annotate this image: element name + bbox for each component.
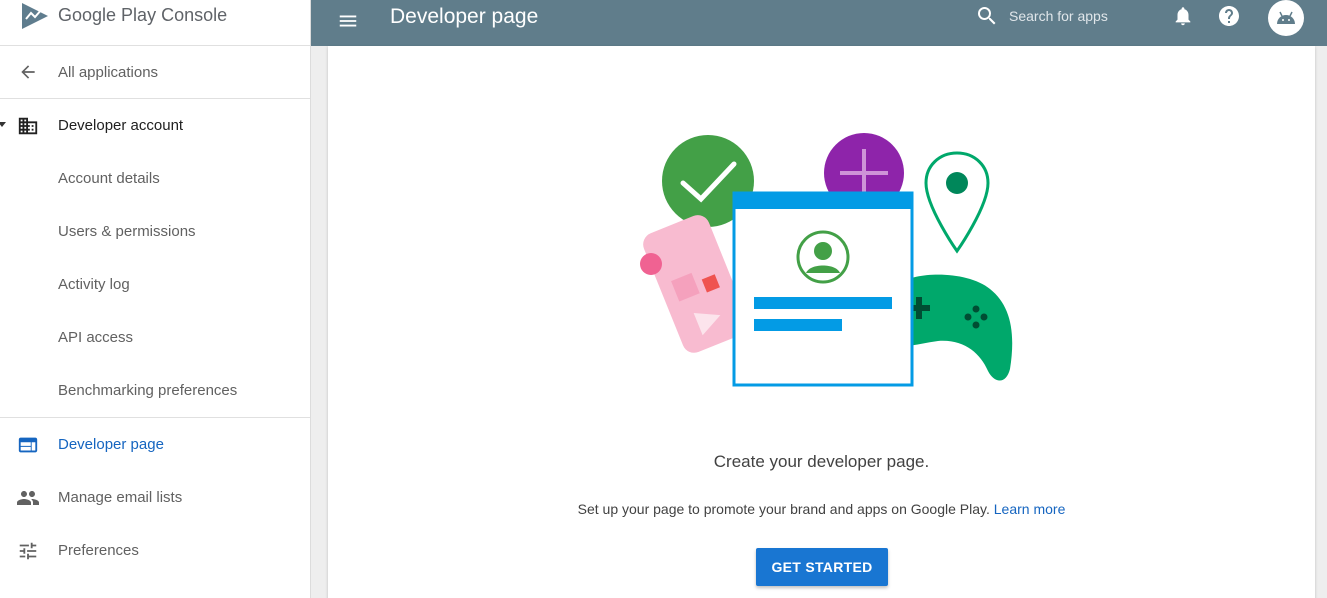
arrow-back-icon [16, 60, 40, 84]
brand-google-text: Google [58, 5, 117, 25]
sidebar-item-label: Preferences [58, 542, 139, 559]
sidebar-item-api-access[interactable]: API access [0, 311, 310, 364]
developer-page-card: Create your developer page. Set up your … [328, 46, 1315, 598]
subtext-body: Set up your page to promote your brand a… [577, 501, 990, 517]
android-icon [1277, 11, 1295, 24]
search-box[interactable] [975, 4, 1149, 28]
sidebar-item-developer-page[interactable]: Developer page [0, 418, 310, 471]
search-input[interactable] [1009, 8, 1149, 24]
sidebar-item-label: Activity log [58, 276, 130, 293]
sidebar-item-label: Manage email lists [58, 489, 183, 506]
help-icon[interactable] [1217, 4, 1241, 28]
building-icon [16, 114, 40, 138]
sidebar-item-preferences[interactable]: Preferences [0, 524, 310, 577]
sidebar-section-label: Developer account [58, 117, 184, 134]
sidebar-item-label: Developer page [58, 436, 164, 453]
brand-header[interactable]: Google Play Console [0, 0, 310, 46]
web-page-card-icon [732, 191, 914, 387]
sidebar-item-label: Benchmarking preferences [58, 382, 238, 399]
menu-icon[interactable] [335, 8, 361, 34]
sidebar-item-label: All applications [58, 63, 159, 81]
sidebar-item-activity-log[interactable]: Activity log [0, 258, 310, 311]
notifications-bell-icon[interactable] [1171, 4, 1195, 28]
developer-page-illustration [640, 133, 1013, 387]
sidebar-item-label: Account details [58, 170, 160, 187]
sidebar: Google Play Console All applications Dev… [0, 0, 311, 598]
headline-text: Create your developer page. [713, 452, 930, 471]
sidebar-item-account-details[interactable]: Account details [0, 152, 310, 205]
search-icon[interactable] [975, 4, 999, 28]
sidebar-section-developer-account[interactable]: Developer account [0, 99, 310, 152]
people-icon [16, 486, 40, 510]
app-root: Google Play Console All applications Dev… [0, 0, 1327, 598]
top-app-bar: Developer page [311, 0, 1327, 46]
page-title: Developer page [390, 5, 539, 28]
play-console-logo [22, 2, 48, 29]
sidebar-item-benchmarking-preferences[interactable]: Benchmarking preferences [0, 364, 310, 417]
brand-name: Google Play Console [58, 5, 227, 26]
sidebar-item-label: API access [58, 329, 134, 346]
web-page-icon [16, 433, 40, 457]
sidebar-item-label: Users & permissions [58, 223, 196, 240]
sidebar-item-users-permissions[interactable]: Users & permissions [0, 205, 310, 258]
sliders-icon [16, 539, 40, 563]
map-pin-icon [924, 151, 990, 254]
avatar[interactable] [1268, 0, 1304, 36]
caret-down-icon [0, 122, 6, 127]
get-started-button[interactable]: GET STARTED [756, 548, 888, 586]
sidebar-item-all-applications[interactable]: All applications [0, 46, 310, 99]
brand-rest-text: Play Console [116, 5, 228, 25]
subtext: Set up your page to promote your brand a… [328, 501, 1315, 517]
learn-more-link[interactable]: Learn more [994, 501, 1066, 517]
sidebar-item-manage-email-lists[interactable]: Manage email lists [0, 471, 310, 524]
